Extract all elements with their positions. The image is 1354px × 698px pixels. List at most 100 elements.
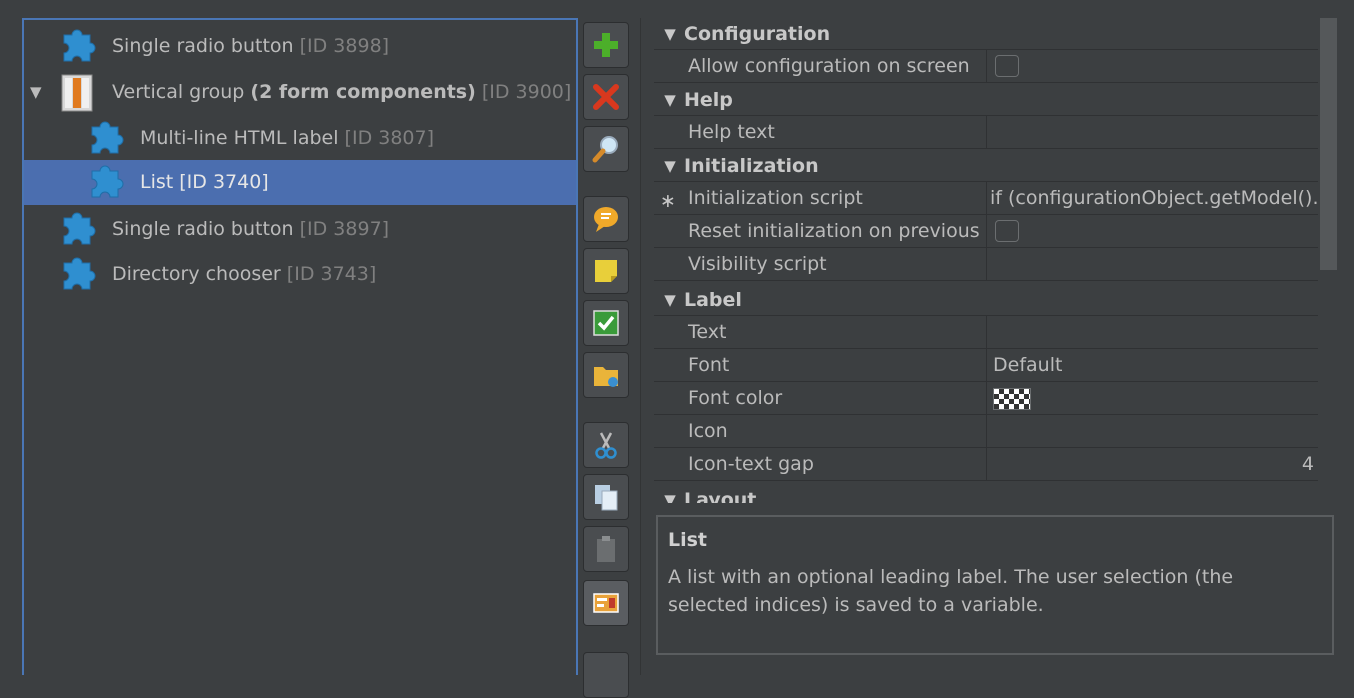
modified-marker: ∗ [660,190,676,212]
tree-item-id: [ID 3900] [481,81,572,103]
property-value[interactable] [986,116,1318,149]
search-button[interactable] [583,126,629,172]
plus-icon [594,33,618,57]
property-row[interactable]: ∗ Initialization script if (configuratio… [654,182,1318,215]
scrollbar-thumb[interactable] [1320,18,1337,270]
comment-button[interactable] [583,196,629,242]
tree-item-count: (2 form components) [250,81,476,103]
property-row[interactable]: Icon-text gap 4 [654,448,1318,481]
scissors-icon [595,432,617,459]
add-button[interactable] [583,22,629,68]
puzzle-icon [82,117,128,161]
tree-item[interactable]: Directory chooser [ID 3743] [24,252,576,297]
x-icon [593,84,619,110]
tree-item-label: Single radio button [112,35,294,57]
tree-item-id: [ID 3898] [299,35,390,57]
tree-item[interactable]: Single radio button [ID 3898] [24,24,576,69]
allow-configuration-checkbox[interactable] [995,55,1019,77]
property-name: Allow configuration on screen [688,55,970,77]
speech-bubble-icon [594,207,618,232]
property-row[interactable]: Reset initialization on previous [654,215,1318,248]
tree-item-id: [ID 3743] [286,263,377,285]
property-value[interactable] [986,316,1318,349]
section-title: Configuration [684,22,831,45]
panel-divider[interactable] [640,18,641,675]
property-value[interactable] [986,50,1318,83]
section-label[interactable]: ▼ Label [654,284,1318,316]
color-swatch-icon[interactable] [993,388,1031,410]
collapse-triangle-icon[interactable]: ▼ [656,91,684,109]
icon-gap-value: 4 [1301,453,1314,475]
property-name: Icon-text gap [688,453,814,475]
tree-item[interactable]: Multi-line HTML label [ID 3807] [24,116,576,161]
property-row[interactable]: Font color [654,382,1318,415]
tree-item[interactable]: ▼ Vertical group (2 form components) [ID… [24,70,576,115]
section-title: Label [684,288,742,311]
tree-item-label: Single radio button [112,218,294,240]
property-scrollbar[interactable] [1320,18,1337,503]
section-title: Help [684,88,733,111]
description-text: A list with an optional leading label. T… [668,566,1234,616]
puzzle-icon [54,253,100,297]
property-value[interactable] [986,382,1318,415]
magnifier-icon [592,136,618,163]
section-configuration[interactable]: ▼ Configuration [654,18,1318,50]
description-title: List [668,529,708,551]
tree-item-label: Multi-line HTML label [140,127,339,149]
init-script-value: if (configurationObject.getModel().getSi… [990,187,1318,209]
collapse-triangle-icon[interactable]: ▼ [656,491,684,503]
check-button[interactable] [583,300,629,346]
puzzle-icon [82,161,128,205]
property-table[interactable]: ▼ Configuration Allow configuration on s… [654,18,1318,503]
property-row[interactable]: Text [654,316,1318,349]
property-value[interactable] [986,215,1318,248]
cut-button[interactable] [583,422,629,468]
font-value: Default [993,354,1063,376]
property-name: Help text [688,121,775,143]
form-icon [593,593,619,613]
component-tree[interactable]: Single radio button [ID 3898] ▼ Vertical… [22,18,578,675]
copy-icon [595,485,618,511]
collapse-triangle-icon[interactable]: ▼ [656,291,684,309]
folder-button[interactable] [583,352,629,398]
property-name: Reset initialization on previous [688,220,980,242]
tree-item-id: [ID 3897] [299,218,390,240]
section-help[interactable]: ▼ Help [654,84,1318,116]
section-initialization[interactable]: ▼ Initialization [654,150,1318,182]
tree-item-id: [ID 3807] [344,127,434,149]
property-row[interactable]: Visibility script [654,248,1318,281]
form-button[interactable] [583,580,629,626]
property-name: Initialization script [688,187,863,209]
property-row[interactable]: Icon [654,415,1318,448]
tree-item-label: Directory chooser [112,263,281,285]
collapse-triangle-icon[interactable]: ▼ [656,25,684,43]
property-value[interactable]: Default [986,349,1318,382]
property-row[interactable]: Font Default [654,349,1318,382]
section-layout[interactable]: ▼ Layout [654,484,1318,503]
property-value[interactable] [986,248,1318,281]
property-value[interactable]: if (configurationObject.getModel().getSi… [986,182,1318,215]
paste-button[interactable] [583,526,629,572]
expand-triangle-icon[interactable]: ▼ [30,83,42,101]
note-button[interactable] [583,248,629,294]
more-button[interactable] [583,652,629,698]
folder-icon [594,367,618,387]
delete-button[interactable] [583,74,629,120]
puzzle-icon [54,25,100,69]
property-value[interactable] [986,415,1318,448]
section-title: Layout [684,489,757,503]
property-name: Icon [688,420,728,442]
copy-button[interactable] [583,474,629,520]
tree-item-label: Vertical group [112,81,245,103]
property-name: Font color [688,387,783,409]
collapse-triangle-icon[interactable]: ▼ [656,157,684,175]
property-name: Text [688,321,727,343]
tree-item-label: List [140,171,174,193]
tree-item[interactable]: Single radio button [ID 3897] [24,207,576,252]
tree-item-id: [ID 3740] [179,171,269,193]
tree-item-selected[interactable]: List [ID 3740] [24,160,576,205]
property-row[interactable]: Allow configuration on screen [654,50,1318,83]
reset-initialization-checkbox[interactable] [995,220,1019,242]
property-value[interactable]: 4 [986,448,1318,481]
property-row[interactable]: Help text [654,116,1318,149]
